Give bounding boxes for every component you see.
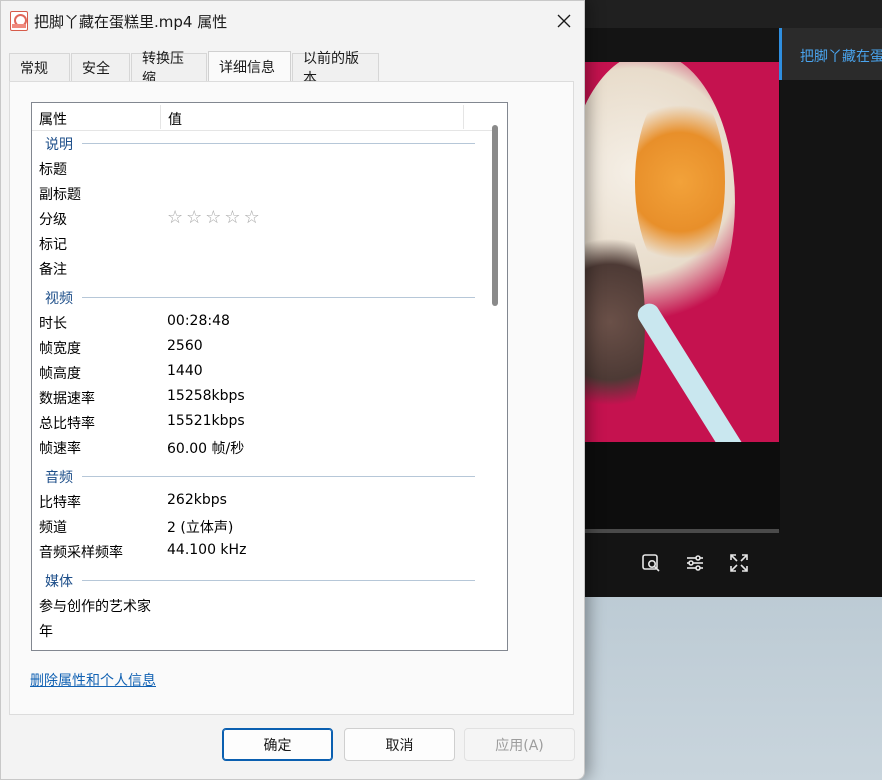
property-key: 帧宽度 bbox=[39, 341, 81, 357]
list-item[interactable]: 副标题 bbox=[32, 181, 492, 206]
tab-security[interactable]: 安全 bbox=[71, 53, 130, 81]
list-item[interactable]: 帧高度 1440 bbox=[32, 360, 492, 385]
property-key: 帧速率 bbox=[39, 441, 81, 457]
property-key: 备注 bbox=[39, 262, 67, 278]
column-separator[interactable] bbox=[160, 105, 161, 129]
tab-previous-versions[interactable]: 以前的版本 bbox=[292, 51, 379, 87]
property-value[interactable]: 44.100 kHz bbox=[167, 542, 246, 558]
column-header-value[interactable]: 值 bbox=[168, 109, 182, 129]
group-audio: 音频 bbox=[32, 465, 492, 487]
player-controls bbox=[640, 552, 750, 574]
property-key: 参与创作的艺术家 bbox=[39, 599, 151, 615]
property-value[interactable]: 262kbps bbox=[167, 492, 227, 508]
group-divider bbox=[82, 143, 475, 144]
group-description: 说明 bbox=[32, 132, 492, 154]
property-key: 标题 bbox=[39, 162, 67, 178]
cancel-button[interactable]: 取消 bbox=[344, 728, 455, 761]
tab-details[interactable]: 详细信息 bbox=[208, 51, 291, 82]
property-key: 频道 bbox=[39, 520, 67, 536]
details-panel: 属性 值 说明 标题 副标题 分级 ☆ ☆ ☆ ☆ ☆ 标记 备注 视频 时长 … bbox=[9, 81, 574, 715]
tab-bar: 常规 安全 转换压缩 详细信息 以前的版本 bbox=[9, 51, 380, 87]
close-button[interactable] bbox=[546, 5, 582, 37]
group-divider bbox=[82, 297, 475, 298]
list-item[interactable]: 帧宽度 2560 bbox=[32, 335, 492, 360]
side-panel-title: 把脚丫藏在蛋 bbox=[800, 49, 882, 65]
list-item[interactable]: 频道 2 (立体声) bbox=[32, 514, 492, 539]
property-value[interactable]: 00:28:48 bbox=[167, 313, 230, 329]
ok-button[interactable]: 确定 bbox=[222, 728, 333, 761]
list-item[interactable]: 参与创作的艺术家 bbox=[32, 593, 492, 618]
property-key: 分级 bbox=[39, 212, 67, 228]
property-key: 时长 bbox=[39, 316, 67, 332]
property-value[interactable]: 60.00 帧/秒 bbox=[167, 438, 244, 458]
list-item[interactable]: 分级 ☆ ☆ ☆ ☆ ☆ bbox=[32, 206, 492, 231]
group-title: 视频 bbox=[45, 291, 73, 307]
group-media: 媒体 bbox=[32, 569, 492, 591]
property-value[interactable]: 15258kbps bbox=[167, 388, 245, 404]
list-item[interactable]: 年 bbox=[32, 618, 492, 643]
dialog-title: 把脚丫藏在蛋糕里.mp4 属性 bbox=[34, 13, 228, 31]
property-key: 比特率 bbox=[39, 495, 81, 511]
tab-compress[interactable]: 转换压缩 bbox=[131, 51, 207, 87]
list-item[interactable]: 帧速率 60.00 帧/秒 bbox=[32, 435, 492, 460]
list-item[interactable]: 音频采样频率 44.100 kHz bbox=[32, 539, 492, 564]
group-title: 说明 bbox=[45, 137, 73, 153]
group-title: 媒体 bbox=[45, 574, 73, 590]
fullscreen-icon[interactable] bbox=[728, 552, 750, 574]
property-key: 年 bbox=[39, 624, 53, 640]
property-value[interactable]: 2560 bbox=[167, 338, 203, 354]
star-icon[interactable]: ☆ bbox=[186, 207, 202, 228]
group-divider bbox=[82, 580, 475, 581]
list-item[interactable]: 比特率 262kbps bbox=[32, 489, 492, 514]
property-key: 帧高度 bbox=[39, 366, 81, 382]
star-icon[interactable]: ☆ bbox=[244, 207, 260, 228]
group-title: 音频 bbox=[45, 470, 73, 486]
star-icon[interactable]: ☆ bbox=[205, 207, 221, 228]
group-divider bbox=[82, 476, 475, 477]
star-icon[interactable]: ☆ bbox=[224, 207, 240, 228]
property-key: 数据速率 bbox=[39, 391, 95, 407]
tab-general[interactable]: 常规 bbox=[9, 53, 70, 81]
list-header: 属性 值 bbox=[32, 103, 492, 131]
close-icon bbox=[557, 14, 571, 28]
list-item[interactable]: 数据速率 15258kbps bbox=[32, 385, 492, 410]
property-value[interactable]: 15521kbps bbox=[167, 413, 245, 429]
video-progress-bar[interactable] bbox=[585, 529, 779, 533]
video-frame[interactable] bbox=[585, 62, 779, 442]
column-header-property[interactable]: 属性 bbox=[39, 109, 67, 129]
image-search-icon[interactable] bbox=[640, 552, 662, 574]
player-top-bar bbox=[585, 0, 882, 28]
star-icon[interactable]: ☆ bbox=[167, 207, 183, 228]
property-list[interactable]: 属性 值 说明 标题 副标题 分级 ☆ ☆ ☆ ☆ ☆ 标记 备注 视频 时长 … bbox=[31, 102, 508, 651]
video-content-mango bbox=[635, 82, 725, 282]
scrollbar-thumb[interactable] bbox=[492, 125, 498, 306]
property-key: 音频采样频率 bbox=[39, 545, 123, 561]
property-key: 标记 bbox=[39, 237, 67, 253]
player-side-panel-item[interactable]: 把脚丫藏在蛋 bbox=[779, 28, 882, 80]
list-item[interactable]: 备注 bbox=[32, 256, 492, 281]
column-separator[interactable] bbox=[463, 105, 464, 129]
dialog-titlebar[interactable]: 把脚丫藏在蛋糕里.mp4 属性 bbox=[1, 1, 584, 41]
group-video: 视频 bbox=[32, 286, 492, 308]
property-value[interactable]: 2 (立体声) bbox=[167, 517, 233, 537]
apply-button[interactable]: 应用(A) bbox=[464, 728, 575, 761]
list-item[interactable]: 总比特率 15521kbps bbox=[32, 410, 492, 435]
list-item[interactable]: 标记 bbox=[32, 231, 492, 256]
list-item[interactable]: 标题 bbox=[32, 156, 492, 181]
remove-properties-link[interactable]: 删除属性和个人信息 bbox=[30, 670, 156, 690]
list-item[interactable]: 时长 00:28:48 bbox=[32, 310, 492, 335]
mp4-file-icon bbox=[10, 11, 28, 31]
property-key: 总比特率 bbox=[39, 416, 95, 432]
properties-dialog: 把脚丫藏在蛋糕里.mp4 属性 常规 安全 转换压缩 详细信息 以前的版本 属性… bbox=[0, 0, 585, 780]
settings-sliders-icon[interactable] bbox=[684, 552, 706, 574]
property-key: 副标题 bbox=[39, 187, 81, 203]
rating-stars[interactable]: ☆ ☆ ☆ ☆ ☆ bbox=[167, 207, 260, 228]
property-value[interactable]: 1440 bbox=[167, 363, 203, 379]
